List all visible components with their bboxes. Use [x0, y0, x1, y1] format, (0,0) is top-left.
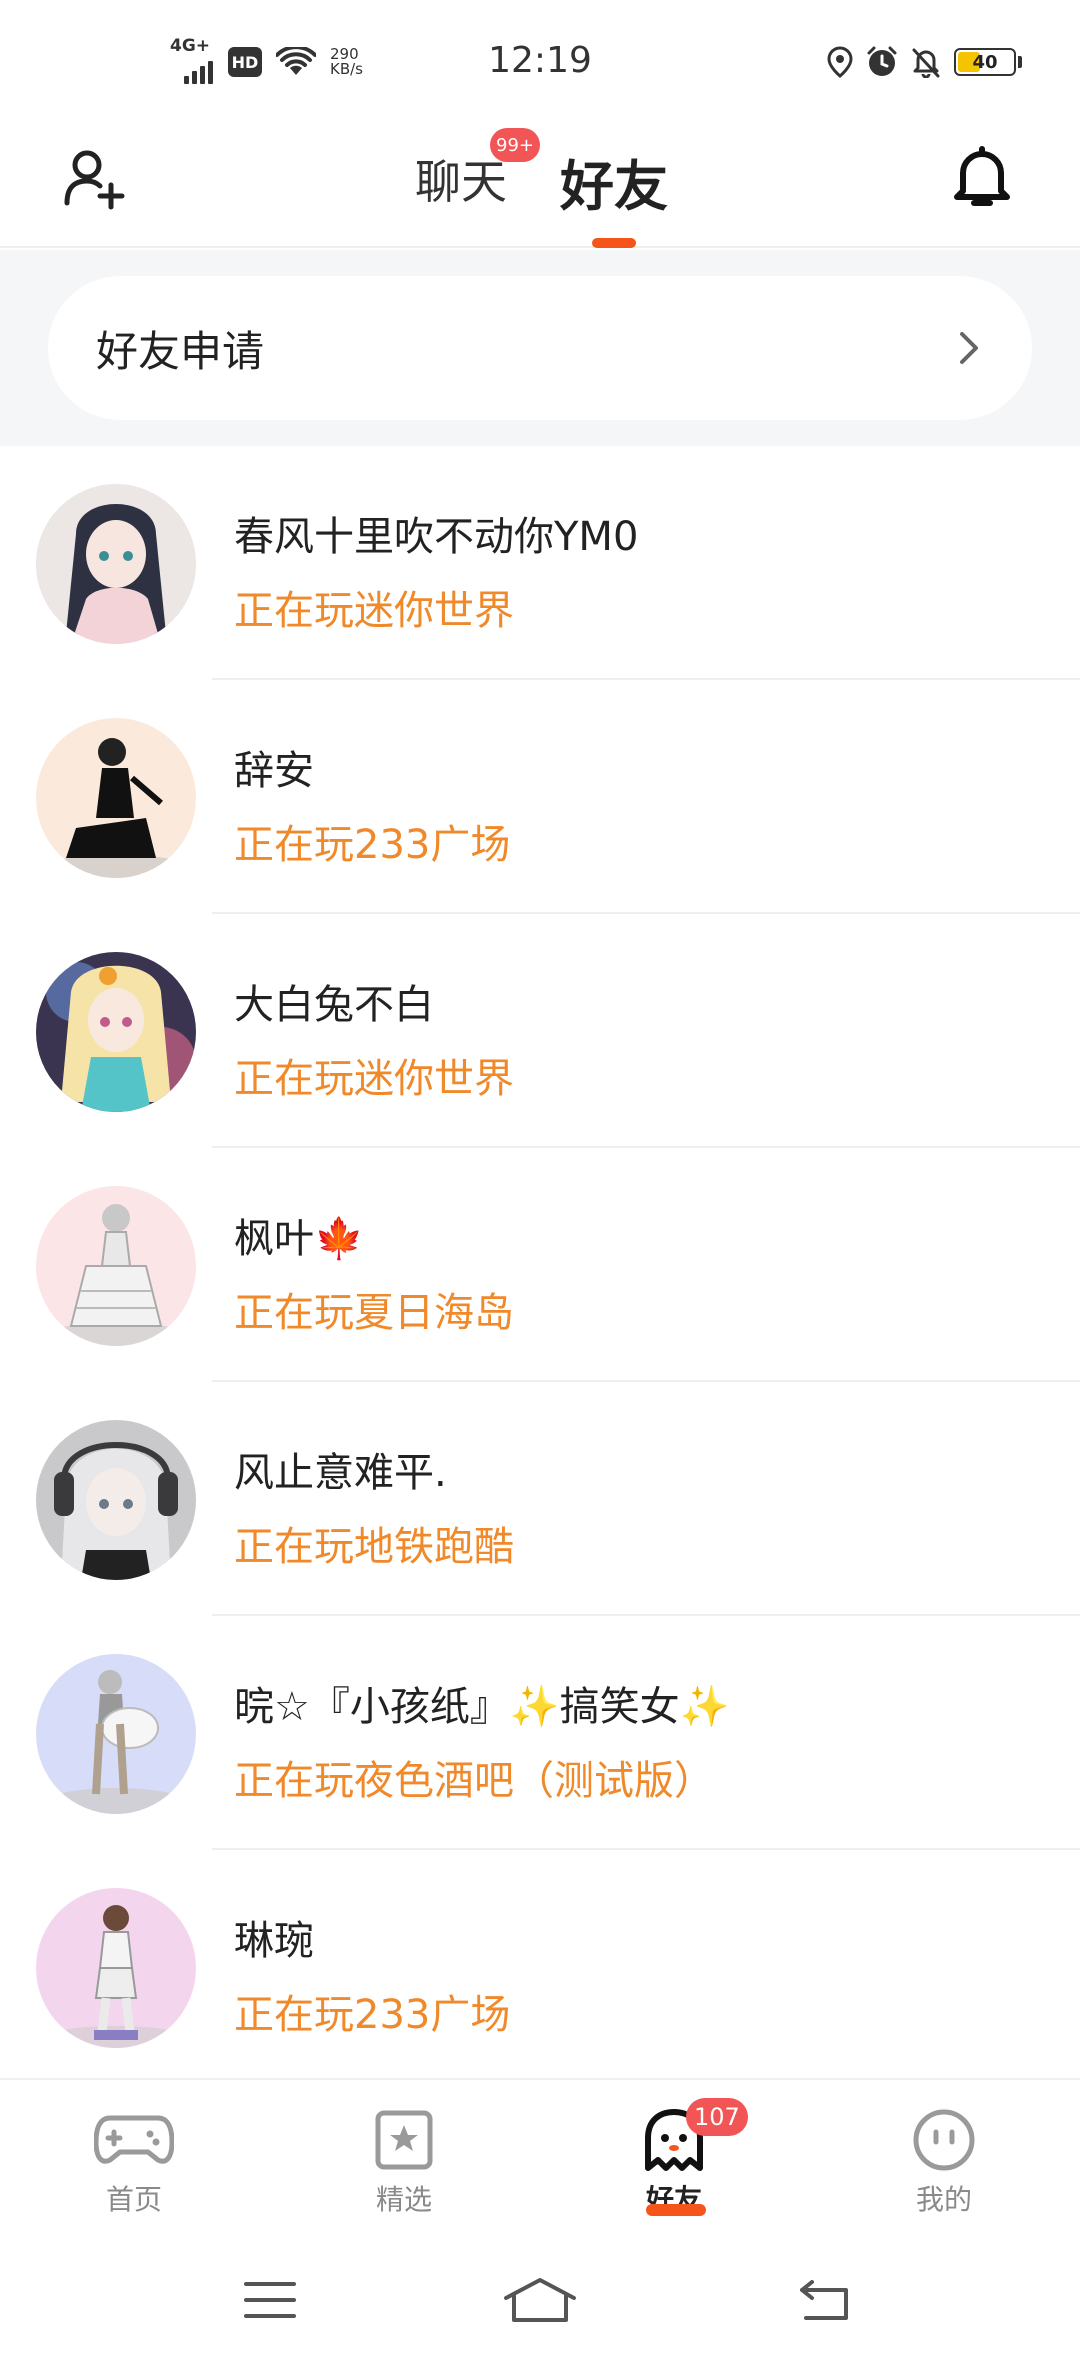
friend-request-button[interactable]: 好友申请	[48, 276, 1032, 420]
friend-name: 枫叶🍁	[234, 1216, 364, 1262]
friend-status: 正在玩233广场	[234, 822, 511, 868]
friend-status: 正在玩夜色酒吧（测试版）	[234, 1758, 714, 1804]
top-header: 聊天 99+ 好友	[0, 120, 1080, 248]
status-right-group: 40	[826, 46, 1022, 78]
notification-button[interactable]	[946, 142, 1018, 214]
friend-avatar[interactable]	[36, 1186, 196, 1346]
menu-button[interactable]	[230, 2270, 310, 2330]
bell-icon	[954, 146, 1010, 206]
friend-status: 正在玩迷你世界	[234, 588, 514, 634]
nav-me[interactable]: 我的	[844, 2080, 1044, 2230]
bottom-nav: 首页 精选 好友 107 我的	[0, 2078, 1080, 2228]
signal-icon: 4G+	[170, 38, 214, 84]
nav-friends[interactable]: 好友	[574, 2080, 774, 2230]
friend-request-label: 好友申请	[96, 326, 265, 376]
friend-row[interactable]: 晥☆『小孩纸』✨搞笑女✨ 正在玩夜色酒吧（测试版）	[0, 1616, 1080, 1850]
nav-featured-label: 精选	[375, 2183, 432, 2216]
friend-name: 琳琬	[234, 1918, 314, 1964]
system-nav-bar	[0, 2228, 1080, 2376]
friend-avatar[interactable]	[36, 952, 196, 1112]
friend-name: 风止意难平.	[234, 1450, 447, 1496]
friend-name: 大白兔不白	[234, 982, 434, 1028]
friend-status: 正在玩地铁跑酷	[234, 1524, 514, 1570]
chat-unread-badge: 99+	[490, 128, 540, 162]
menu-icon	[244, 2282, 296, 2318]
battery-indicator: 40	[954, 48, 1022, 76]
status-left-group: 4G+ HD 290 KB/s	[170, 38, 363, 84]
friend-row[interactable]: 春风十里吹不动你YM0 正在玩迷你世界	[0, 446, 1080, 680]
friend-row[interactable]: 大白兔不白 正在玩迷你世界	[0, 914, 1080, 1148]
friends-nav-badge: 107	[686, 2098, 748, 2136]
friend-avatar[interactable]	[36, 1654, 196, 1814]
friend-status: 正在玩夏日海岛	[234, 1290, 514, 1336]
nav-active-indicator	[646, 2204, 706, 2216]
home-button[interactable]	[500, 2270, 580, 2330]
friend-status: 正在玩迷你世界	[234, 1056, 514, 1102]
add-user-icon	[64, 150, 125, 210]
chevron-right-icon	[960, 332, 978, 364]
nav-me-label: 我的	[915, 2183, 972, 2216]
face-icon	[904, 2108, 984, 2172]
friend-name: 春风十里吹不动你YM0	[234, 514, 639, 560]
hd-badge: HD	[228, 47, 262, 77]
network-type: 4G+	[170, 36, 211, 56]
friend-avatar[interactable]	[36, 718, 196, 878]
nav-home[interactable]: 首页	[34, 2080, 234, 2230]
friend-row[interactable]: 风止意难平. 正在玩地铁跑酷	[0, 1382, 1080, 1616]
friend-request-section: 好友申请	[0, 250, 1080, 446]
gamepad-icon	[94, 2108, 174, 2172]
friend-list: 春风十里吹不动你YM0 正在玩迷你世界 辞安 正在玩233广场 大白兔不白 正在…	[0, 446, 1080, 2078]
active-tab-indicator	[592, 238, 636, 248]
status-bar: 4G+ HD 290 KB/s 12:19 40	[0, 0, 1080, 120]
star-bookmark-icon	[364, 2108, 444, 2172]
friend-avatar[interactable]	[36, 1888, 196, 2048]
nav-home-label: 首页	[105, 2183, 162, 2216]
back-button[interactable]	[784, 2270, 864, 2330]
friend-row[interactable]: 辞安 正在玩233广场	[0, 680, 1080, 914]
friend-status: 正在玩233广场	[234, 1992, 511, 2038]
add-friend-button[interactable]	[58, 142, 130, 214]
battery-level: 40	[972, 51, 998, 73]
home-icon	[504, 2278, 576, 2322]
tab-friends[interactable]: 好友	[560, 142, 668, 221]
wifi-icon	[276, 47, 316, 75]
nav-featured[interactable]: 精选	[304, 2080, 504, 2230]
network-speed: 290 KB/s	[330, 47, 363, 77]
friend-name: 辞安	[234, 748, 314, 794]
friend-row[interactable]: 枫叶🍁 正在玩夏日海岛	[0, 1148, 1080, 1382]
alarm-icon	[867, 46, 897, 76]
friends-screen: 4G+ HD 290 KB/s 12:19 40 聊天 99+ 好友 好友申请 …	[0, 0, 1080, 2376]
location-icon	[827, 46, 853, 78]
back-icon	[800, 2280, 848, 2320]
friend-row[interactable]: 琳琬 正在玩233广场	[0, 1850, 1080, 2078]
friend-avatar[interactable]	[36, 1420, 196, 1580]
friend-avatar[interactable]	[36, 484, 196, 644]
mute-bell-icon	[912, 48, 940, 78]
speed-unit: KB/s	[330, 60, 363, 78]
friend-name: 晥☆『小孩纸』✨搞笑女✨	[234, 1684, 730, 1730]
